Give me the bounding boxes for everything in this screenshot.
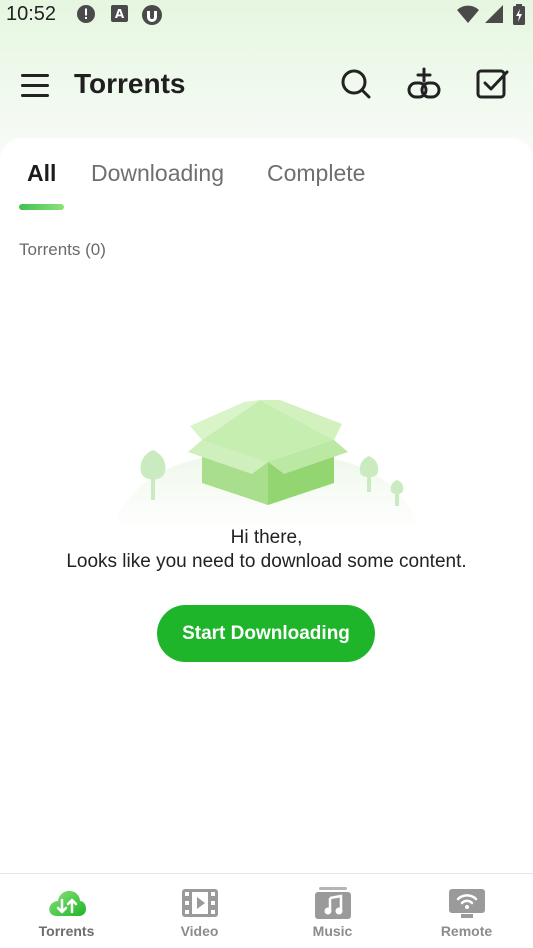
status-bar: 10:52 A bbox=[0, 0, 533, 28]
music-icon bbox=[313, 886, 353, 920]
start-downloading-button[interactable]: Start Downloading bbox=[157, 605, 375, 662]
nav-label-remote: Remote bbox=[440, 923, 493, 939]
page-title: Torrents bbox=[74, 68, 186, 99]
tab-downloading[interactable]: Downloading bbox=[91, 160, 224, 187]
select-checkbox-icon[interactable] bbox=[474, 66, 510, 102]
empty-state-greeting: Hi there, bbox=[230, 527, 303, 548]
alert-icon bbox=[76, 4, 96, 29]
wifi-icon bbox=[456, 4, 480, 29]
tab-indicator bbox=[19, 204, 64, 210]
add-link-icon[interactable] bbox=[406, 66, 442, 102]
svg-text:A: A bbox=[115, 7, 125, 21]
cloud-transfer-icon bbox=[47, 886, 87, 920]
tab-complete[interactable]: Complete bbox=[267, 160, 365, 187]
empty-box-illustration bbox=[112, 390, 420, 530]
app-bar: Torrents bbox=[0, 56, 533, 116]
bottom-navigation: Torrents Video Music Remote bbox=[0, 873, 533, 948]
nav-item-music[interactable]: Music bbox=[266, 874, 399, 948]
status-time: 10:52 bbox=[6, 3, 57, 25]
remote-wifi-icon bbox=[447, 886, 487, 920]
signal-icon bbox=[484, 4, 504, 29]
nav-label-torrents: Torrents bbox=[38, 923, 95, 939]
search-icon[interactable] bbox=[338, 66, 374, 102]
nav-item-torrents[interactable]: Torrents bbox=[0, 874, 133, 948]
tab-all[interactable]: All bbox=[27, 160, 56, 187]
battery-icon bbox=[512, 4, 526, 31]
nav-label-music: Music bbox=[312, 923, 353, 939]
nav-label-video: Video bbox=[180, 923, 219, 939]
empty-state-message: Looks like you need to download some con… bbox=[66, 551, 467, 572]
nav-item-remote[interactable]: Remote bbox=[400, 874, 533, 948]
menu-icon[interactable] bbox=[18, 68, 52, 102]
utorrent-icon bbox=[141, 4, 163, 31]
font-a-icon: A bbox=[110, 4, 129, 28]
nav-item-video[interactable]: Video bbox=[133, 874, 266, 948]
torrent-count: Torrents (0) bbox=[19, 240, 106, 259]
film-icon bbox=[180, 886, 220, 920]
